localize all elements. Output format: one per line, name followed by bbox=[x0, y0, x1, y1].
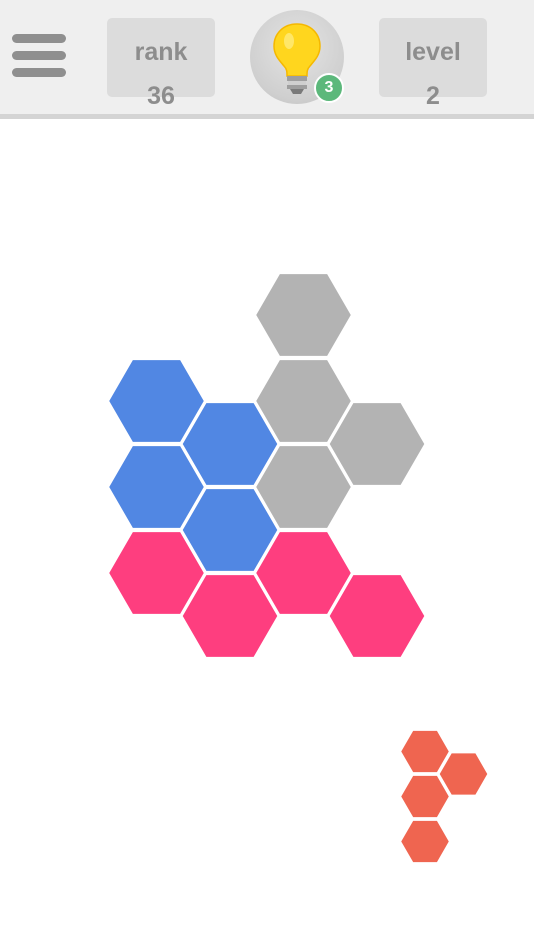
hex-cell bbox=[436, 750, 491, 798]
gray-piece[interactable] bbox=[253, 271, 428, 531]
pink-piece[interactable] bbox=[106, 529, 428, 660]
hex-cell bbox=[398, 817, 452, 866]
game-board bbox=[106, 271, 491, 866]
hex-cell bbox=[253, 271, 354, 359]
orange-piece[interactable] bbox=[398, 727, 491, 866]
